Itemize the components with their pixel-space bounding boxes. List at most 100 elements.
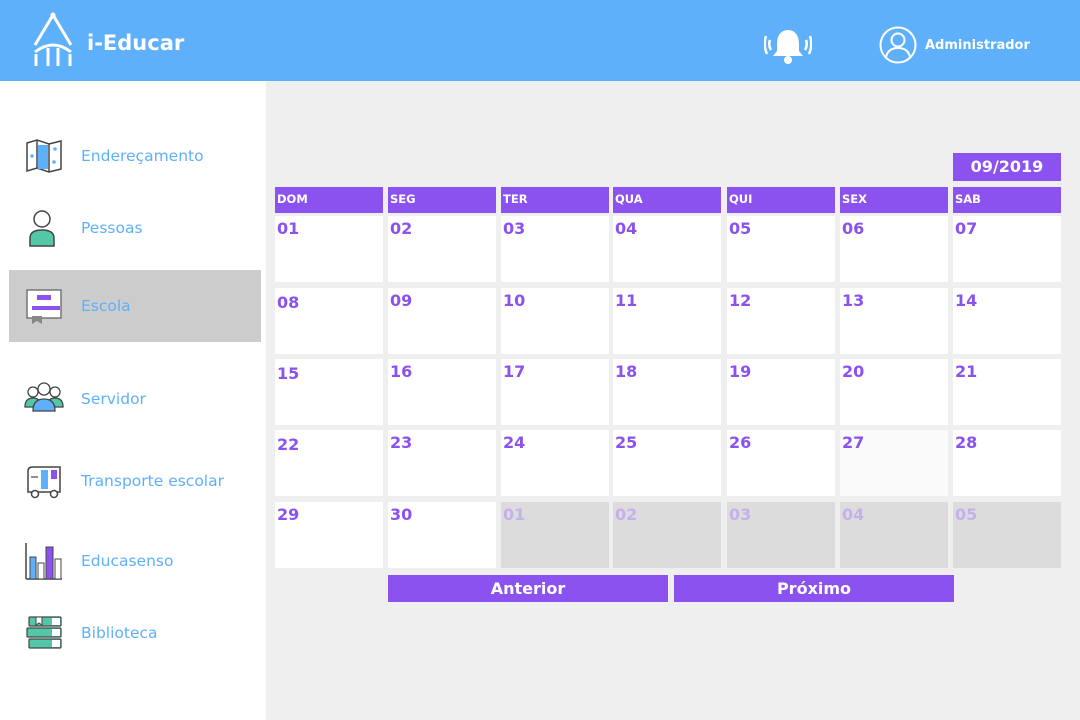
calendar-day-cell[interactable]: 19 <box>727 359 835 425</box>
sidebar-item-pessoas[interactable]: Pessoas <box>9 192 261 264</box>
calendar-day-number: 03 <box>503 219 526 238</box>
calendar-day-cell[interactable]: 29 <box>275 502 383 568</box>
calendar-day-cell[interactable]: 30 <box>388 502 496 568</box>
calendar-day-number: 15 <box>277 364 300 383</box>
calendar-day-number: 09 <box>390 291 413 310</box>
calendar-day-cell[interactable]: 08 <box>275 288 383 354</box>
notifications-button[interactable] <box>763 26 813 66</box>
calendar-day-number: 23 <box>390 433 413 452</box>
sidebar-item-escola[interactable]: Escola <box>9 270 261 342</box>
calendar-day-number: 14 <box>955 291 978 310</box>
sidebar-item-label: Biblioteca <box>81 624 158 642</box>
weekday-header: QUI <box>727 187 835 213</box>
calendar-day-cell[interactable]: 24 <box>501 430 609 496</box>
calendar-day-cell[interactable]: 15 <box>275 359 383 425</box>
calendar-day-cell[interactable]: 25 <box>613 430 721 496</box>
sidebar-item-label: Escola <box>81 297 131 315</box>
sidebar-item-label: Educasenso <box>81 552 174 570</box>
user-menu[interactable]: Administrador <box>879 24 1030 66</box>
calendar-day-cell[interactable]: 22 <box>275 430 383 496</box>
calendar-day-cell[interactable]: 21 <box>953 359 1061 425</box>
calendar-day-cell[interactable]: 01 <box>501 502 609 568</box>
weekday-header: QUA <box>613 187 721 213</box>
books-icon <box>26 616 62 649</box>
calendar-day-cell[interactable]: 16 <box>388 359 496 425</box>
calendar-day-number: 29 <box>277 505 300 524</box>
map-icon <box>26 139 62 173</box>
calendar-day-cell[interactable]: 20 <box>840 359 948 425</box>
calendar-day-cell[interactable]: 27 <box>840 430 948 496</box>
logo-icon <box>33 12 73 66</box>
calendar-day-number: 27 <box>842 433 865 452</box>
calendar-day-cell[interactable]: 09 <box>388 288 496 354</box>
calendar-day-cell[interactable]: 18 <box>613 359 721 425</box>
calendar-day-cell[interactable]: 10 <box>501 288 609 354</box>
calendar-day-cell[interactable]: 04 <box>613 216 721 282</box>
calendar-day-cell[interactable]: 05 <box>727 216 835 282</box>
person-icon <box>29 210 55 247</box>
sidebar-item-label: Transporte escolar <box>81 472 224 490</box>
calendar-day-number: 04 <box>615 219 638 238</box>
calendar-day-cell[interactable]: 01 <box>275 216 383 282</box>
calendar-day-number: 04 <box>842 505 865 524</box>
school-board-icon <box>26 289 62 324</box>
calendar-day-number: 03 <box>729 505 752 524</box>
next-month-button[interactable]: Próximo <box>674 575 954 602</box>
calendar-day-number: 06 <box>842 219 865 238</box>
calendar-day-number: 11 <box>615 291 638 310</box>
user-avatar-icon <box>879 26 917 64</box>
calendar-day-cell[interactable]: 03 <box>727 502 835 568</box>
weekday-header: SEG <box>388 187 496 213</box>
bell-icon <box>763 30 813 64</box>
weekday-header: DOM <box>275 187 383 213</box>
weekday-header: TER <box>501 187 609 213</box>
previous-month-button[interactable]: Anterior <box>388 575 668 602</box>
calendar-day-cell[interactable]: 02 <box>613 502 721 568</box>
calendar-day-cell[interactable]: 06 <box>840 216 948 282</box>
user-name: Administrador <box>925 37 1030 53</box>
calendar-day-cell[interactable]: 14 <box>953 288 1061 354</box>
calendar-day-number: 30 <box>390 505 413 524</box>
calendar-day-number: 08 <box>277 293 300 312</box>
calendar-day-number: 01 <box>503 505 526 524</box>
calendar-day-cell[interactable]: 28 <box>953 430 1061 496</box>
calendar-day-number: 22 <box>277 435 300 454</box>
calendar-day-cell[interactable]: 17 <box>501 359 609 425</box>
calendar-day-number: 05 <box>729 219 752 238</box>
sidebar-item-educasenso[interactable]: Educasenso <box>9 525 261 597</box>
calendar-day-number: 18 <box>615 362 638 381</box>
calendar-day-number: 12 <box>729 291 752 310</box>
calendar-day-number: 10 <box>503 291 526 310</box>
calendar-day-cell[interactable]: 23 <box>388 430 496 496</box>
calendar-day-number: 25 <box>615 433 638 452</box>
calendar-day-cell[interactable]: 04 <box>840 502 948 568</box>
calendar-day-cell[interactable]: 02 <box>388 216 496 282</box>
sidebar: Endereçamento Pessoas Escola Servidor Tr… <box>0 81 266 720</box>
weekday-header: SAB <box>953 187 1061 213</box>
calendar-day-number: 13 <box>842 291 865 310</box>
calendar-day-cell[interactable]: 03 <box>501 216 609 282</box>
calendar-day-number: 24 <box>503 433 526 452</box>
sidebar-item-label: Endereçamento <box>81 147 204 165</box>
calendar-day-cell[interactable]: 26 <box>727 430 835 496</box>
sidebar-item-transporte-escolar[interactable]: Transporte escolar <box>9 445 261 517</box>
calendar-day-number: 16 <box>390 362 413 381</box>
calendar-day-number: 21 <box>955 362 978 381</box>
calendar-day-cell[interactable]: 13 <box>840 288 948 354</box>
month-label: 09/2019 <box>953 153 1061 181</box>
sidebar-item-enderecamento[interactable]: Endereçamento <box>9 120 261 192</box>
sidebar-item-servidor[interactable]: Servidor <box>9 363 261 435</box>
sidebar-item-biblioteca[interactable]: Biblioteca <box>9 597 261 669</box>
calendar-day-cell[interactable]: 07 <box>953 216 1061 282</box>
calendar-day-cell[interactable]: 12 <box>727 288 835 354</box>
calendar-day-number: 02 <box>615 505 638 524</box>
calendar-day-cell[interactable]: 05 <box>953 502 1061 568</box>
calendar-day-cell[interactable]: 11 <box>613 288 721 354</box>
calendar-day-number: 28 <box>955 433 978 452</box>
calendar-day-number: 02 <box>390 219 413 238</box>
calendar-day-number: 20 <box>842 362 865 381</box>
top-bar: i-Educar Administrador <box>0 0 1080 81</box>
calendar-day-number: 07 <box>955 219 978 238</box>
calendar-day-number: 05 <box>955 505 978 524</box>
weekday-header: SEX <box>840 187 948 213</box>
